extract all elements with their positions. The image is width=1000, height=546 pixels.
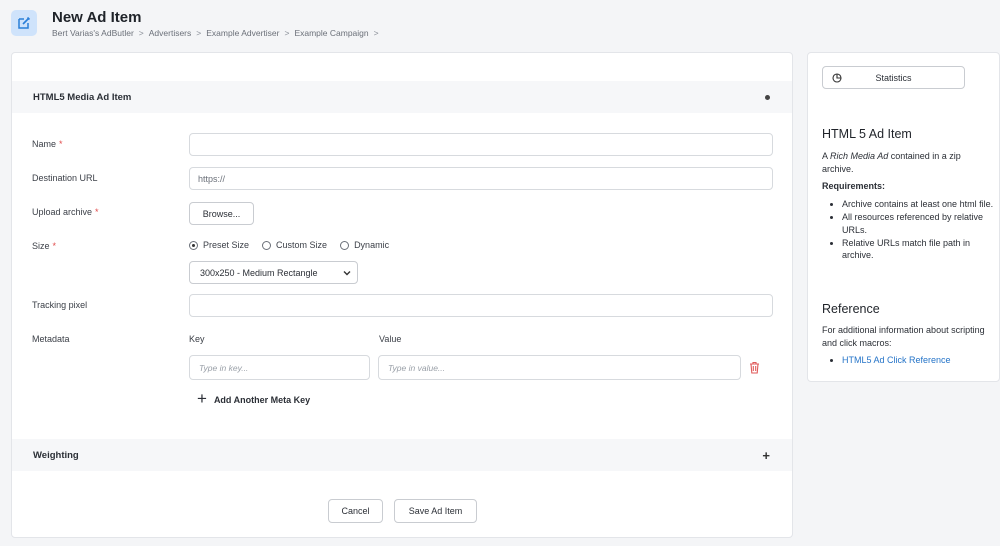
trash-icon[interactable] xyxy=(749,361,760,374)
breadcrumb-item-advertisers[interactable]: Advertisers xyxy=(149,28,192,38)
preset-size-value: 300x250 - Medium Rectangle xyxy=(200,267,318,278)
tracking-pixel-label: Tracking pixel xyxy=(32,300,88,310)
radio-button-checked[interactable] xyxy=(189,240,198,250)
preset-size-select[interactable]: 300x250 - Medium Rectangle xyxy=(189,261,358,284)
breadcrumb-separator: > xyxy=(196,28,202,38)
html5-click-reference-link[interactable]: HTML5 Ad Click Reference xyxy=(842,355,951,365)
destination-url-label: Destination URL xyxy=(32,173,98,183)
meta-key-input[interactable] xyxy=(189,355,370,380)
plus-icon: + xyxy=(197,389,207,408)
cancel-button[interactable]: Cancel xyxy=(328,499,383,523)
radio-dynamic[interactable]: Dynamic xyxy=(340,240,389,250)
list-item: All resources referenced by relative URL… xyxy=(842,211,994,236)
radio-button[interactable] xyxy=(262,240,272,250)
list-item: Relative URLs match file path in archive… xyxy=(842,237,994,262)
meta-value-input[interactable] xyxy=(378,355,741,380)
breadcrumb-item-advertiser[interactable]: Example Advertiser xyxy=(206,28,279,38)
reference-links: HTML5 Ad Click Reference xyxy=(822,354,994,367)
chevron-down-icon xyxy=(343,270,351,275)
html5-section-header[interactable]: HTML5 Media Ad Item xyxy=(12,81,792,113)
ad-item-form-card: HTML5 Media Ad Item Name * Destination UR… xyxy=(11,52,793,538)
browse-button[interactable]: Browse... xyxy=(189,202,254,225)
radio-preset-size[interactable]: Preset Size xyxy=(189,240,249,250)
save-ad-item-button[interactable]: Save Ad Item xyxy=(394,499,477,523)
name-label: Name * xyxy=(32,139,63,149)
upload-archive-label: Upload archive * xyxy=(32,207,99,217)
page-title: New Ad Item xyxy=(52,9,142,26)
sidebar-intro: A Rich Media Ad contained in a zip archi… xyxy=(822,151,961,174)
radio-button[interactable] xyxy=(340,240,350,250)
section-title: Weighting xyxy=(33,449,79,461)
destination-url-input[interactable] xyxy=(189,167,773,190)
reference-heading: Reference xyxy=(822,302,880,316)
name-input[interactable] xyxy=(189,133,773,156)
weighting-section-header[interactable]: Weighting + xyxy=(12,439,792,471)
list-item: Archive contains at least one html file. xyxy=(842,198,994,211)
metadata-label: Metadata xyxy=(32,334,70,344)
statistics-button[interactable]: Statistics xyxy=(822,66,965,89)
radio-custom-size[interactable]: Custom Size xyxy=(262,240,327,250)
breadcrumb-separator: > xyxy=(373,28,379,38)
value-column-label: Value xyxy=(379,334,402,344)
size-radio-group: Preset Size Custom Size Dynamic xyxy=(189,240,389,250)
expand-plus-icon[interactable]: + xyxy=(762,449,770,462)
requirements-heading: Requirements: xyxy=(822,181,886,191)
breadcrumb-item-campaign[interactable]: Example Campaign xyxy=(294,28,368,38)
tracking-pixel-input[interactable] xyxy=(189,294,773,317)
page-header: New Ad Item Bert Varias's AdButler > Adv… xyxy=(0,0,1000,48)
info-sidebar: Statistics HTML 5 Ad Item A Rich Media A… xyxy=(807,52,1000,382)
section-title: HTML5 Media Ad Item xyxy=(33,91,132,103)
required-mark: * xyxy=(59,139,63,149)
sidebar-heading: HTML 5 Ad Item xyxy=(822,127,912,141)
add-meta-key-button[interactable]: + Add Another Meta Key xyxy=(197,389,310,408)
requirements-list: Archive contains at least one html file.… xyxy=(822,198,994,262)
breadcrumb: Bert Varias's AdButler > Advertisers > E… xyxy=(52,28,379,38)
edit-icon xyxy=(11,10,37,36)
collapse-dot-icon[interactable] xyxy=(765,94,770,100)
breadcrumb-separator: > xyxy=(284,28,290,38)
breadcrumb-separator: > xyxy=(138,28,144,38)
pie-chart-icon xyxy=(832,73,842,83)
breadcrumb-item-adbutler[interactable]: Bert Varias's AdButler xyxy=(52,28,134,38)
required-mark: * xyxy=(95,207,99,217)
reference-text: For additional information about scripti… xyxy=(822,325,985,348)
list-item: HTML5 Ad Click Reference xyxy=(842,354,994,367)
key-column-label: Key xyxy=(189,334,205,344)
size-label: Size * xyxy=(32,241,57,251)
required-mark: * xyxy=(52,241,57,251)
